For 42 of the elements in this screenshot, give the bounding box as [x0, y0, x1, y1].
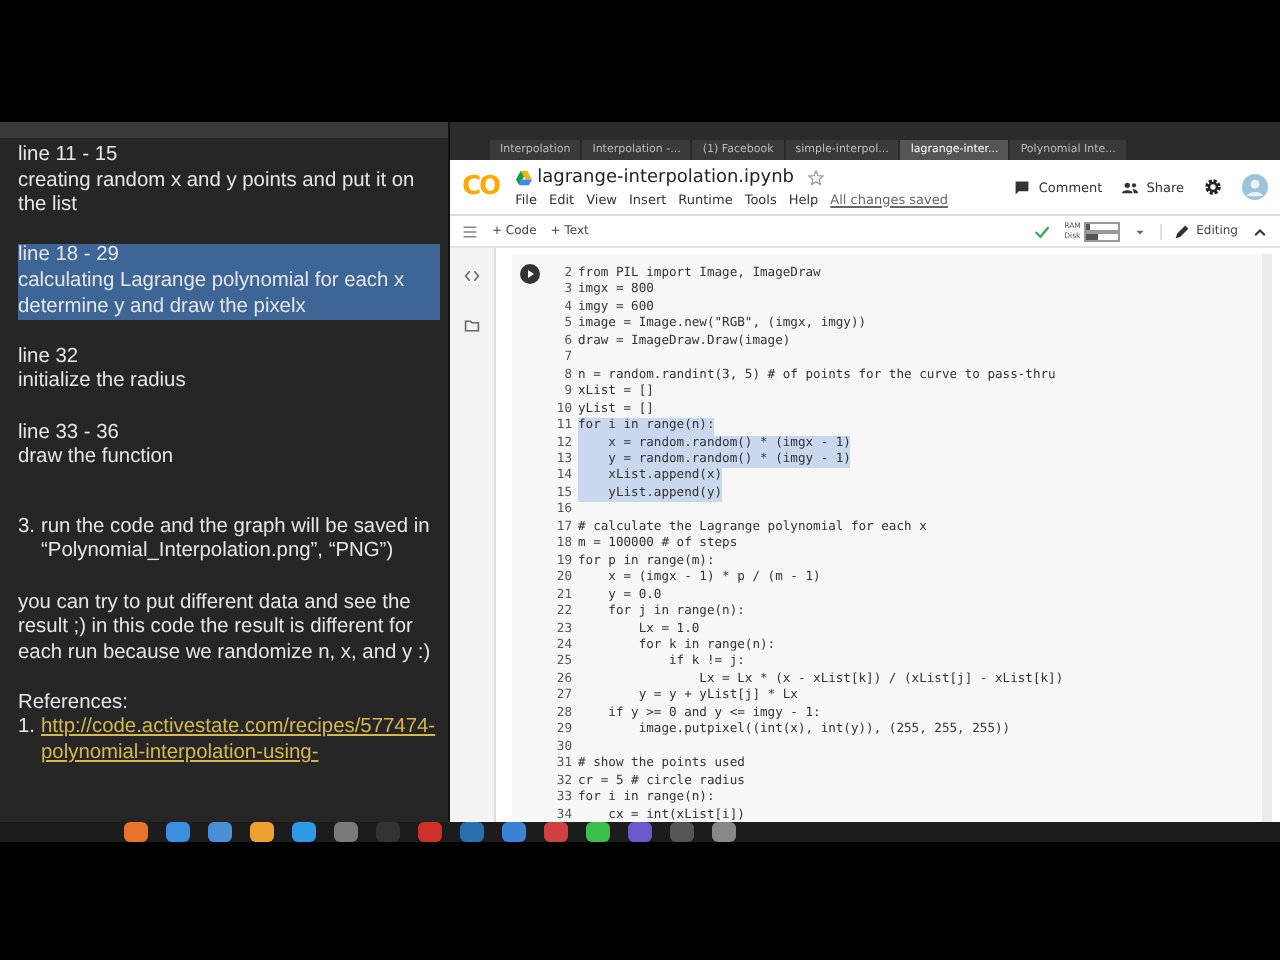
note-heading: line 18 - 29 [18, 244, 440, 270]
note-text: initialize the radius [18, 370, 188, 396]
references-heading: References: [18, 691, 130, 717]
dock-app-icon[interactable] [334, 822, 358, 842]
code-icon[interactable] [464, 268, 480, 284]
note-text: creating random x and y points and put it on the list [18, 169, 417, 220]
dock-app-icon[interactable] [712, 822, 736, 842]
pencil-icon [1174, 223, 1191, 239]
check-icon [1034, 223, 1051, 239]
dock-app-icon[interactable] [124, 822, 148, 842]
note-heading: line 11 - 15 [18, 144, 120, 170]
caret-icon[interactable] [1134, 225, 1147, 237]
dock-app-icon[interactable] [502, 822, 526, 842]
note-text: draw the function [18, 446, 176, 472]
dock-app-icon[interactable] [208, 822, 232, 842]
list-number: 1. [18, 716, 35, 743]
people-icon [1122, 179, 1139, 195]
note-text: calculating Lagrange polynomial for each x determine y and draw the pixelx [18, 269, 440, 321]
drive-icon [515, 169, 532, 185]
dock-app-icon[interactable] [166, 822, 190, 842]
list-number: 3. [18, 515, 35, 542]
menu-icon[interactable] [462, 223, 478, 239]
settings-icon[interactable] [1204, 178, 1222, 196]
dock-app-icon[interactable] [250, 822, 274, 842]
comment-icon [1014, 179, 1031, 195]
remark-text: you can try to put different data and see the result ;) in this code the result is different for each run because we randomize n, x, and y :) [18, 591, 433, 667]
run-button[interactable] [520, 264, 540, 284]
note-heading: line 33 - 36 [18, 421, 121, 447]
dock-app-icon[interactable] [586, 822, 610, 842]
dock-app-icon[interactable] [544, 822, 568, 842]
star-icon[interactable] [808, 169, 825, 185]
dock-app-icon[interactable] [418, 822, 442, 842]
instruction-text: run the code and the graph will be saved in “Polynomial_Interpolation.png”, “PNG”) [41, 515, 432, 566]
dock-app-icon[interactable] [460, 822, 484, 842]
notebook-title[interactable]: lagrange-interpolation.ipynb [537, 167, 795, 187]
dock-app-icon[interactable] [628, 822, 652, 842]
collapse-icon[interactable] [1252, 223, 1268, 239]
note-heading: line 32 [18, 345, 81, 371]
logo: CO [462, 172, 500, 202]
reference-link[interactable]: http://code.activestate.com/recipes/577474-polynomial-interpolation-using- [41, 716, 436, 768]
dock-app-icon[interactable] [292, 822, 316, 842]
folder-icon[interactable] [464, 318, 480, 334]
